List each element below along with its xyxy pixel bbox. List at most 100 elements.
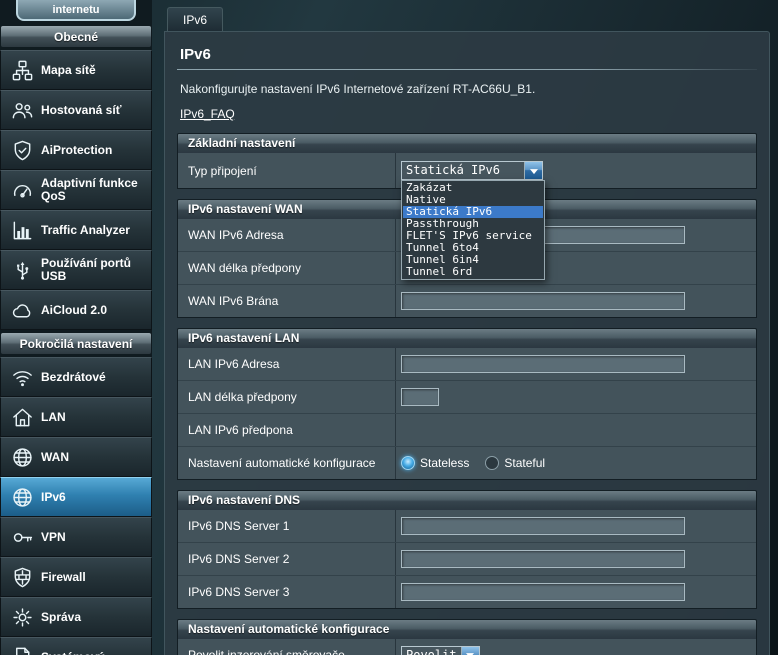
chevron-down-icon[interactable] [461, 647, 479, 655]
sidebar-item-label: Používání portů USB [41, 257, 149, 283]
router-advertisement-label: Povolit inzerování směrovače [178, 639, 396, 655]
wifi-icon [9, 364, 36, 390]
sidebar: internetu Obecné Mapa sítě Hostovaná síť… [0, 0, 152, 655]
sidebar-item-label: WAN [41, 450, 69, 464]
row-router-advertisement: Povolit inzerování směrovače Povolit [178, 639, 756, 655]
title-divider [177, 69, 757, 70]
lan-autoconfig-label: Nastavení automatické konfigurace [178, 447, 396, 479]
dns-server-3-label: IPv6 DNS Server 3 [178, 576, 396, 608]
sidebar-item-lan[interactable]: LAN [0, 397, 152, 437]
sidebar-item-wan[interactable]: WAN [0, 437, 152, 477]
wan-address-label: WAN IPv6 Adresa [178, 219, 396, 251]
section-lan: IPv6 nastavení LAN LAN IPv6 Adresa LAN d… [177, 328, 757, 480]
lan-prefix-length-input[interactable] [401, 388, 439, 406]
connection-type-select[interactable]: Statická IPv6 [401, 161, 543, 180]
sidebar-item-label: Správa [41, 610, 81, 624]
router-admin-page: internetu Obecné Mapa sítě Hostovaná síť… [0, 0, 778, 655]
gear-icon [9, 604, 36, 630]
sidebar-item-adaptive-qos[interactable]: Adaptivní funkce QoS [0, 170, 152, 210]
dropdown-option[interactable]: Tunnel 6to4 [403, 242, 543, 254]
wan-prefix-length-label: WAN délka předpony [178, 252, 396, 284]
sidebar-item-ipv6[interactable]: IPv6 [0, 477, 152, 517]
key-icon [9, 524, 36, 550]
section-basic-header: Základní nastavení [177, 133, 757, 153]
dns-server-2-label: IPv6 DNS Server 2 [178, 543, 396, 575]
row-lan-prefix: LAN IPv6 předpona [178, 413, 756, 446]
sidebar-item-wireless[interactable]: Bezdrátové [0, 357, 152, 397]
chevron-down-icon[interactable] [524, 162, 542, 179]
dropdown-option-selected[interactable]: Statická IPv6 [403, 206, 543, 218]
shield-icon [9, 137, 36, 163]
sidebar-item-label: Firewall [41, 570, 86, 584]
row-dns-server-2: IPv6 DNS Server 2 [178, 542, 756, 575]
sidebar-item-label: Systémový [41, 650, 104, 655]
sidebar-item-label: IPv6 [41, 490, 66, 504]
sidebar-item-guest-network[interactable]: Hostovaná síť [0, 90, 152, 130]
sidebar-section-general: Obecné [1, 26, 151, 47]
sidebar-item-system-log[interactable]: Systémový [0, 637, 152, 655]
content-panel: IPv6 Nakonfigurujte nastavení IPv6 Inter… [164, 31, 770, 655]
tab-ipv6[interactable]: IPv6 [167, 7, 223, 31]
sidebar-item-label: AiProtection [41, 143, 112, 157]
section-lan-header: IPv6 nastavení LAN [177, 328, 757, 348]
home-icon [9, 404, 36, 430]
sidebar-item-network-map[interactable]: Mapa sítě [0, 50, 152, 90]
sidebar-item-label: AiCloud 2.0 [41, 303, 107, 317]
bar-chart-icon [9, 217, 36, 243]
stateless-radio[interactable] [401, 456, 415, 470]
dropdown-option[interactable]: FLET'S IPv6 service [403, 230, 543, 242]
dropdown-option[interactable]: Tunnel 6rd [403, 266, 543, 278]
sidebar-item-aicloud[interactable]: AiCloud 2.0 [0, 290, 152, 330]
row-dns-server-1: IPv6 DNS Server 1 [178, 510, 756, 542]
sidebar-item-label: Traffic Analyzer [41, 223, 130, 237]
sidebar-item-vpn[interactable]: VPN [0, 517, 152, 557]
network-map-icon [9, 57, 36, 83]
wan-ipv6-gateway-input[interactable] [401, 292, 685, 310]
sidebar-item-firewall[interactable]: Firewall [0, 557, 152, 597]
dns-server-1-input[interactable] [401, 517, 685, 535]
dns-server-2-input[interactable] [401, 550, 685, 568]
section-autoconfig-header: Nastavení automatické konfigurace [177, 619, 757, 639]
dropdown-option[interactable]: Native [403, 194, 543, 206]
section-dns: IPv6 nastavení DNS IPv6 DNS Server 1 IPv… [177, 490, 757, 609]
section-basic-settings: Základní nastavení Typ připojení Statick… [177, 133, 757, 189]
dns-server-1-label: IPv6 DNS Server 1 [178, 510, 396, 542]
stateful-radio[interactable] [485, 456, 499, 470]
cloud-icon [9, 297, 36, 323]
router-advertisement-select[interactable]: Povolit [401, 646, 480, 655]
page-title: IPv6 [180, 46, 757, 63]
stateful-radio-label: Stateful [504, 456, 545, 470]
firewall-shield-icon [9, 564, 36, 590]
sidebar-item-traffic-analyzer[interactable]: Traffic Analyzer [0, 210, 152, 250]
row-connection-type: Typ připojení Statická IPv6 Zakázat Nati… [178, 153, 756, 188]
dropdown-option[interactable]: Zakázat [403, 182, 543, 194]
sidebar-item-label: Mapa sítě [41, 64, 96, 77]
dropdown-option[interactable]: Tunnel 6in4 [403, 254, 543, 266]
connection-type-label: Typ připojení [178, 153, 396, 188]
lan-address-label: LAN IPv6 Adresa [178, 348, 396, 380]
sidebar-item-label: Bezdrátové [41, 370, 106, 384]
ipv6-globe-icon [9, 484, 36, 510]
sidebar-item-administration[interactable]: Správa [0, 597, 152, 637]
section-dns-header: IPv6 nastavení DNS [177, 490, 757, 510]
router-advertisement-value: Povolit [402, 647, 461, 655]
lan-prefix-label: LAN IPv6 předpona [178, 414, 396, 446]
dropdown-option[interactable]: Passthrough [403, 218, 543, 230]
lan-ipv6-address-input[interactable] [401, 355, 685, 373]
row-wan-gateway: WAN IPv6 Brána [178, 284, 756, 317]
usb-icon [9, 257, 36, 283]
log-icon [9, 644, 36, 655]
sidebar-item-aiprotection[interactable]: AiProtection [0, 130, 152, 170]
sidebar-item-label: Adaptivní funkce QoS [41, 177, 149, 203]
sidebar-item-usb[interactable]: Používání portů USB [0, 250, 152, 290]
connection-type-dropdown: Zakázat Native Statická IPv6 Passthrough… [401, 180, 545, 280]
row-lan-autoconfig: Nastavení automatické konfigurace Statel… [178, 446, 756, 479]
row-lan-address: LAN IPv6 Adresa [178, 348, 756, 380]
quick-internet-setup-button[interactable]: internetu [16, 0, 136, 21]
dns-server-3-input[interactable] [401, 583, 685, 601]
connection-type-value: Statická IPv6 [402, 162, 524, 179]
globe-icon [9, 444, 36, 470]
row-dns-server-3: IPv6 DNS Server 3 [178, 575, 756, 608]
guest-network-icon [9, 97, 36, 123]
ipv6-faq-link[interactable]: IPv6_FAQ [180, 107, 235, 121]
